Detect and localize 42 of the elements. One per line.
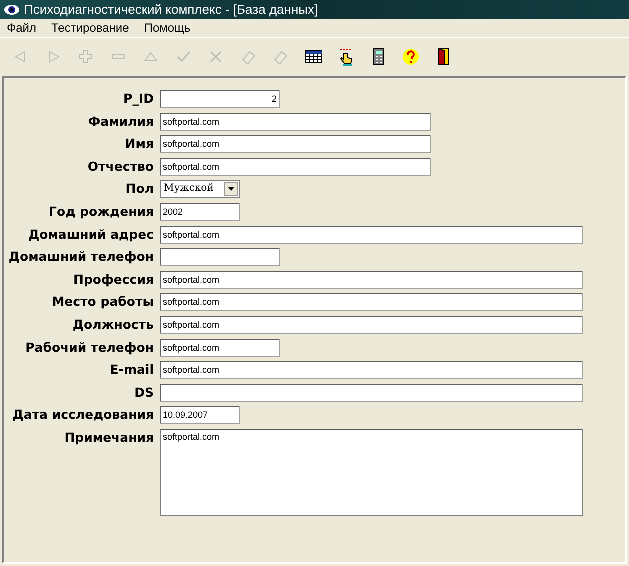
menu-item[interactable]: Тестирование bbox=[46, 22, 134, 34]
text-field[interactable]: softportal.com bbox=[160, 293, 583, 312]
field-label: Примечания bbox=[64, 428, 154, 447]
field-label: DS bbox=[134, 384, 154, 402]
text-field[interactable]: softportal.com bbox=[160, 270, 583, 289]
field-label: Домашний адрес bbox=[27, 226, 154, 244]
field-label: Фамилия bbox=[87, 112, 154, 131]
help-icon bbox=[402, 48, 420, 66]
text-field[interactable]: 2002 bbox=[160, 202, 240, 221]
field-label: Место работы bbox=[51, 293, 154, 312]
table-icon bbox=[304, 48, 323, 66]
text-field[interactable]: softportal.com bbox=[160, 226, 583, 244]
field-label: Отчество bbox=[86, 158, 154, 176]
plus-icon bbox=[77, 48, 96, 66]
field-label: Год рождения bbox=[48, 202, 154, 221]
text-field[interactable]: softportal.com bbox=[160, 338, 280, 357]
field-label: Профессия bbox=[72, 270, 154, 289]
text-field[interactable]: softportal.com bbox=[160, 135, 431, 154]
gender-dropdown[interactable]: Мужской bbox=[160, 180, 240, 198]
text-field[interactable] bbox=[160, 248, 280, 266]
field-label: Должность bbox=[72, 316, 154, 334]
text-field[interactable]: softportal.com bbox=[160, 316, 583, 334]
text-field[interactable]: 2 bbox=[160, 90, 280, 108]
notes-textarea[interactable]: softportal.com bbox=[160, 428, 583, 516]
text-field[interactable]: softportal.com bbox=[160, 361, 583, 380]
field-label: Рабочий телефон bbox=[24, 338, 154, 357]
text-field[interactable] bbox=[160, 384, 583, 402]
text-field[interactable]: softportal.com bbox=[160, 158, 431, 176]
hand-icon bbox=[337, 48, 356, 66]
menu-item[interactable]: Помощь bbox=[139, 22, 196, 34]
text-field[interactable]: 10.09.2007 bbox=[160, 406, 240, 424]
field-label: P_ID bbox=[122, 90, 154, 108]
field-label: Имя bbox=[124, 135, 154, 154]
field-label: E-mail bbox=[109, 361, 154, 380]
window-title: Психодиагностический комплекс - [База данных] bbox=[24, 3, 318, 16]
field-label: Пол bbox=[124, 180, 154, 198]
text-field[interactable]: softportal.com bbox=[160, 112, 431, 131]
field-label: Домашний телефон bbox=[8, 248, 154, 266]
eye-icon bbox=[4, 4, 20, 16]
menu-item[interactable]: Файл bbox=[2, 22, 42, 34]
minus-icon bbox=[112, 54, 126, 60]
field-label: Дата исследования bbox=[12, 406, 154, 424]
